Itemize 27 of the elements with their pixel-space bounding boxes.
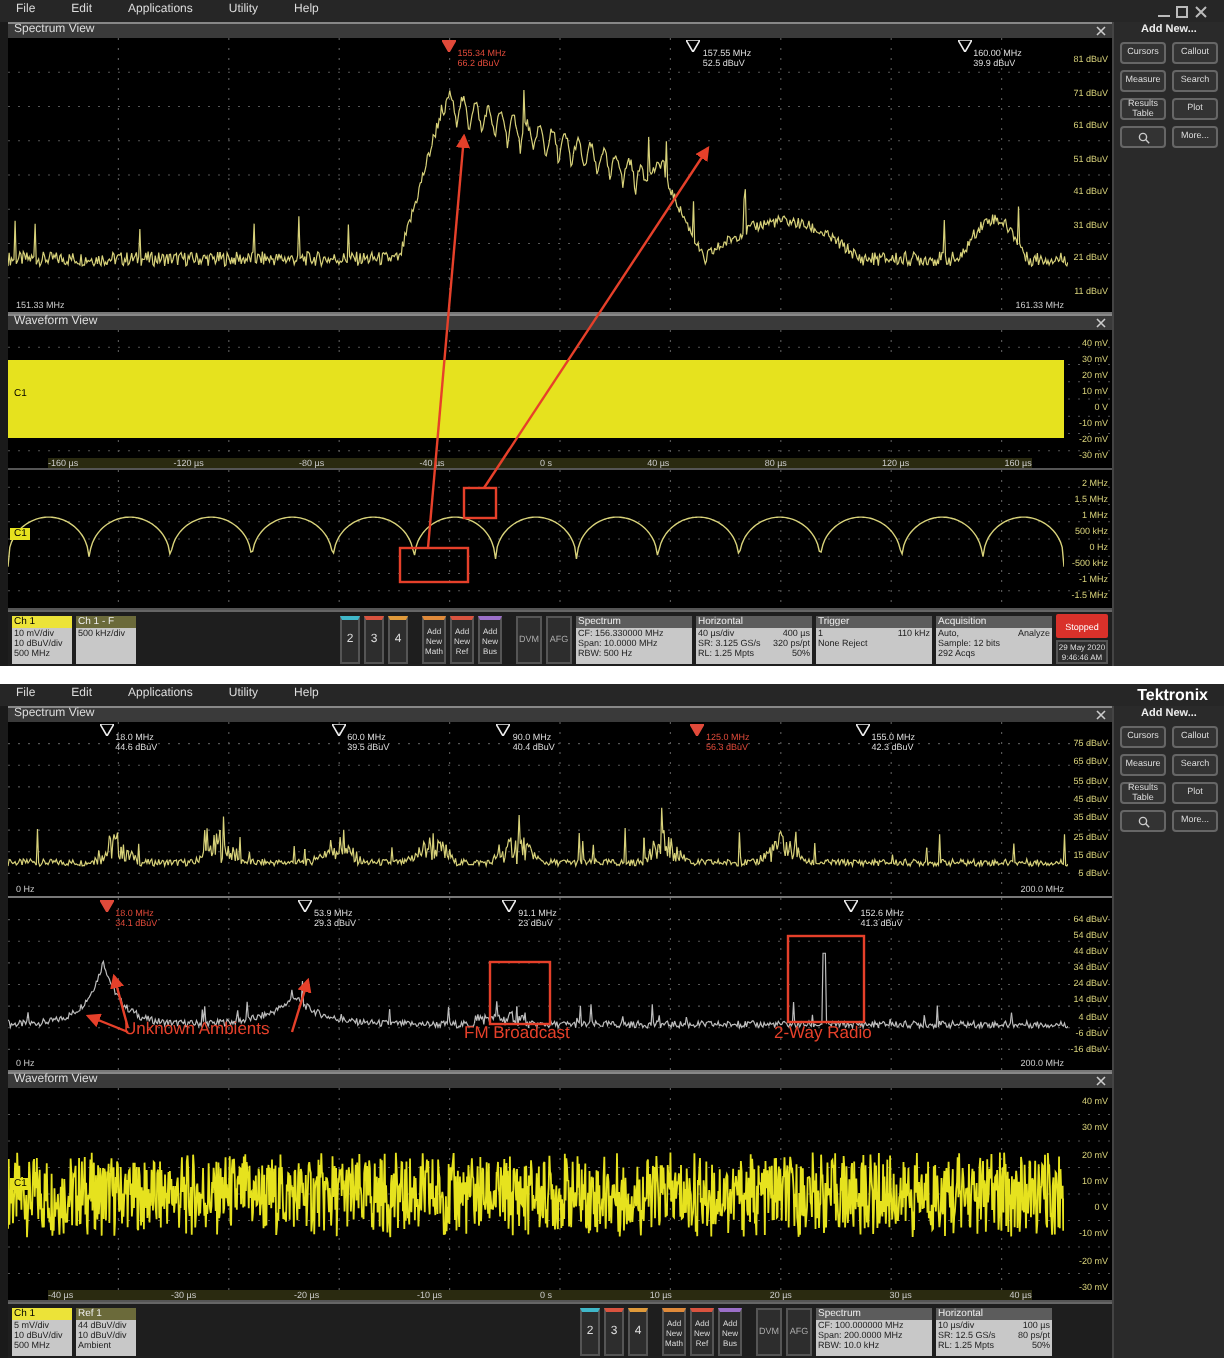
marker-icon[interactable] — [298, 899, 313, 911]
highlight-box — [488, 960, 552, 1026]
annotation-arrow — [290, 977, 312, 1033]
marker-icon[interactable] — [957, 40, 972, 52]
marker-icon[interactable] — [686, 40, 701, 52]
close-icon[interactable] — [1096, 26, 1106, 36]
magnifier-icon — [1137, 131, 1149, 143]
annotation-label: 2-Way Radio — [774, 1022, 872, 1042]
marker-icon[interactable] — [99, 724, 114, 736]
highlight-box — [398, 546, 470, 584]
marker-icon[interactable] — [844, 899, 859, 911]
zoom-button[interactable] — [1120, 126, 1166, 148]
magnifier-icon — [1137, 815, 1149, 827]
marker-icon[interactable] — [331, 724, 346, 736]
marker-icon[interactable] — [502, 899, 517, 911]
window-controls-icon[interactable] — [1156, 5, 1208, 17]
highlight-box — [462, 486, 498, 520]
annotation-label: Unknown Ambients — [124, 1018, 270, 1038]
marker-icon[interactable] — [496, 724, 511, 736]
close-icon[interactable] — [1096, 1076, 1106, 1086]
close-icon[interactable] — [1096, 710, 1106, 720]
highlight-box — [786, 934, 866, 1024]
brand-logo: Tektronix — [1137, 686, 1208, 704]
marker-icon[interactable] — [855, 724, 870, 736]
zoom-button[interactable] — [1120, 810, 1166, 832]
annotation-label: FM Broadcast — [464, 1022, 570, 1042]
close-icon[interactable] — [1096, 318, 1106, 328]
